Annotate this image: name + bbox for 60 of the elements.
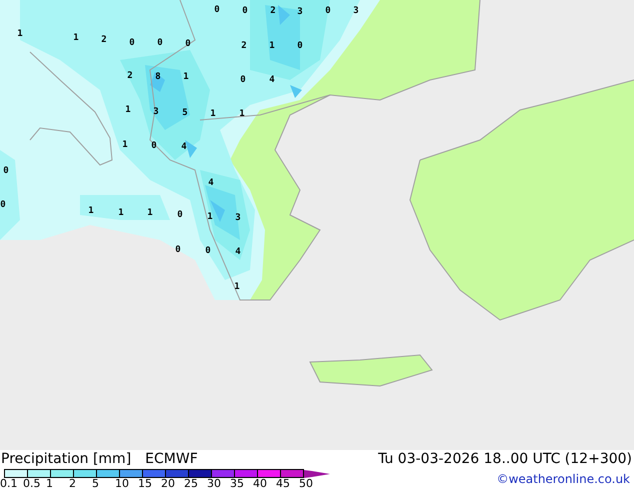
scale-tick-label: 30 xyxy=(207,478,222,489)
precipitation-value: 4 xyxy=(208,178,214,188)
precipitation-value: 1 xyxy=(269,41,275,51)
precipitation-value: 0 xyxy=(325,6,331,16)
precipitation-value: 1 xyxy=(118,208,124,218)
precipitation-value: 4 xyxy=(235,247,241,257)
precipitation-value: 0 xyxy=(177,210,183,220)
precipitation-value: 1 xyxy=(210,109,216,119)
precipitation-value: 1 xyxy=(88,206,94,216)
precipitation-value: 1 xyxy=(147,208,153,218)
precipitation-value: 3 xyxy=(235,213,241,223)
precipitation-value: 0 xyxy=(205,246,211,256)
precipitation-value: 3 xyxy=(153,107,159,117)
precipitation-value: 2 xyxy=(127,71,133,81)
precipitation-value: 0 xyxy=(0,200,6,210)
scale-tick-label: 35 xyxy=(230,478,245,489)
scale-tick-label: 0.1 xyxy=(0,478,18,489)
precipitation-value: 1 xyxy=(183,72,189,82)
precipitation-value: 8 xyxy=(155,72,161,82)
precipitation-value: 0 xyxy=(157,38,163,48)
precipitation-value: 1 xyxy=(207,212,213,222)
precipitation-value: 0 xyxy=(185,39,191,49)
scale-tick-label: 2 xyxy=(69,478,77,489)
scale-tick-label: 10 xyxy=(115,478,130,489)
precipitation-value: 0 xyxy=(175,245,181,255)
precipitation-value: 5 xyxy=(182,108,188,118)
precipitation-value: 1 xyxy=(125,105,131,115)
precipitation-value: 1 xyxy=(17,29,23,39)
precipitation-value: 2 xyxy=(101,35,107,45)
precipitation-value: 0 xyxy=(242,6,248,16)
precipitation-value: 0 xyxy=(240,75,246,85)
scale-tick-label: 40 xyxy=(253,478,268,489)
precipitation-value: 4 xyxy=(269,75,275,85)
scale-tick-label: 45 xyxy=(276,478,291,489)
precipitation-value: 1 xyxy=(234,282,240,292)
valid-time: Tu 03-03-2026 18..00 UTC (12+300) xyxy=(378,452,632,467)
credit-link[interactable]: ©weatheronline.co.uk xyxy=(496,472,630,486)
precipitation-value: 1 xyxy=(239,109,245,119)
precipitation-value: 0 xyxy=(151,141,157,151)
precipitation-value: 2 xyxy=(241,41,247,51)
scale-tick-label: 5 xyxy=(92,478,100,489)
precipitation-value: 3 xyxy=(353,6,359,16)
precipitation-value: 0 xyxy=(214,5,220,15)
precipitation-value: 4 xyxy=(181,142,187,152)
legend-title: Precipitation [mm] xyxy=(1,452,132,467)
scale-tick-label: 20 xyxy=(161,478,176,489)
model-name: ECMWF xyxy=(145,452,198,467)
precipitation-value: 0 xyxy=(297,41,303,51)
scale-tick-label: 15 xyxy=(138,478,153,489)
scale-tick-label: 25 xyxy=(184,478,199,489)
precipitation-value: 0 xyxy=(129,38,135,48)
precipitation-value: 0 xyxy=(3,166,9,176)
precipitation-value: 2 xyxy=(270,6,276,16)
scale-tick-label: 1 xyxy=(46,478,54,489)
scale-tick-label: 50 xyxy=(299,478,314,489)
precipitation-value: 3 xyxy=(297,7,303,17)
precipitation-value: 1 xyxy=(73,33,79,43)
scale-tick-label: 0.5 xyxy=(23,478,42,489)
scale-arrow-icon xyxy=(304,470,330,478)
precipitation-value: 1 xyxy=(122,140,128,150)
